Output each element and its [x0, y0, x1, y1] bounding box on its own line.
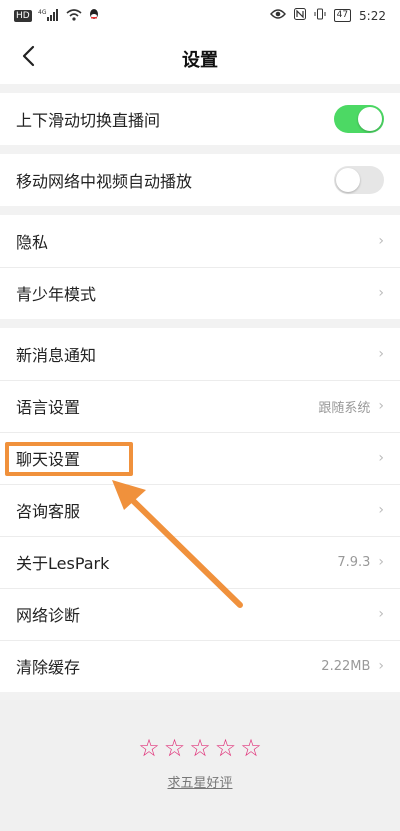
eye-icon: [269, 8, 286, 23]
setting-row-chat[interactable]: 聊天设置 ›: [0, 432, 400, 484]
setting-row-language[interactable]: 语言设置 跟随系统 ›: [0, 380, 400, 432]
setting-label: 关于LesPark: [16, 554, 110, 573]
star-icon[interactable]: ☆: [164, 736, 186, 760]
setting-label: 聊天设置: [16, 450, 81, 469]
setting-label: 网络诊断: [16, 606, 81, 625]
setting-row-clear-cache[interactable]: 清除缓存 2.22MB ›: [0, 640, 400, 692]
star-icon[interactable]: ☆: [189, 736, 211, 760]
rating-section: ☆ ☆ ☆ ☆ ☆ 求五星好评: [0, 700, 400, 831]
chevron-right-icon: ›: [378, 346, 384, 362]
setting-row-network-diagnosis[interactable]: 网络诊断 ›: [0, 588, 400, 640]
chevron-right-icon: ›: [378, 285, 384, 301]
setting-label: 咨询客服: [16, 502, 81, 521]
nav-bar: 设置: [0, 32, 400, 84]
setting-row-mobile-autoplay[interactable]: 移动网络中视频自动播放: [0, 154, 400, 206]
signal-icon: 4G: [38, 8, 60, 24]
chevron-right-icon: ›: [378, 450, 384, 466]
battery-icon: 47: [333, 9, 352, 22]
setting-row-privacy[interactable]: 隐私 ›: [0, 215, 400, 267]
setting-row-about[interactable]: 关于LesPark 7.9.3 ›: [0, 536, 400, 588]
chevron-right-icon: ›: [378, 398, 384, 414]
setting-label: 隐私: [16, 233, 49, 252]
setting-row-swipe-switch-live[interactable]: 上下滑动切换直播间: [0, 93, 400, 145]
autoplay-toggle[interactable]: [334, 166, 384, 194]
chevron-right-icon: ›: [378, 606, 384, 622]
setting-label: 新消息通知: [16, 346, 97, 365]
clock-time: 5:22: [359, 8, 386, 23]
nfc-icon: [293, 8, 306, 23]
star-icon[interactable]: ☆: [215, 736, 237, 760]
chevron-right-icon: ›: [378, 502, 384, 518]
status-bar: HD 4G 47 5:22: [0, 0, 400, 32]
chevron-right-icon: ›: [378, 554, 384, 570]
setting-label: 上下滑动切换直播间: [16, 111, 161, 130]
rate-five-stars-link[interactable]: 求五星好评: [0, 772, 400, 791]
star-icon[interactable]: ☆: [240, 736, 262, 760]
vibrate-icon: [314, 8, 326, 23]
chevron-right-icon: ›: [378, 658, 384, 674]
qq-icon: [88, 8, 100, 24]
setting-label: 青少年模式: [16, 285, 97, 304]
toggle-knob: [336, 168, 360, 192]
setting-label: 清除缓存: [16, 658, 81, 677]
page-title: 设置: [182, 50, 218, 71]
app-version: 7.9.3: [337, 554, 371, 570]
privacy-group: 隐私 › 青少年模式 ›: [0, 215, 400, 319]
swipe-switch-toggle[interactable]: [334, 105, 384, 133]
section-gap: [0, 206, 400, 215]
wifi-icon: [66, 8, 82, 24]
general-group: 新消息通知 › 语言设置 跟随系统 › 聊天设置 › 咨询客服 › 关于LesP…: [0, 328, 400, 692]
star-icon[interactable]: ☆: [138, 736, 160, 760]
setting-value: 跟随系统: [318, 400, 371, 416]
setting-row-notifications[interactable]: 新消息通知 ›: [0, 328, 400, 380]
section-gap: [0, 84, 400, 93]
toggle-knob: [358, 107, 382, 131]
rating-stars[interactable]: ☆ ☆ ☆ ☆ ☆: [0, 736, 400, 760]
section-gap: [0, 145, 400, 154]
cache-size: 2.22MB: [321, 658, 371, 674]
toggle-group-autoplay: 移动网络中视频自动播放: [0, 154, 400, 206]
setting-row-customer-service[interactable]: 咨询客服 ›: [0, 484, 400, 536]
setting-label: 移动网络中视频自动播放: [16, 172, 193, 191]
section-gap: [0, 319, 400, 328]
signal-label: 4G: [38, 9, 47, 16]
toggle-group-live-switch: 上下滑动切换直播间: [0, 93, 400, 145]
hd-indicator: HD: [14, 10, 32, 22]
setting-row-teen-mode[interactable]: 青少年模式 ›: [0, 267, 400, 319]
setting-label: 语言设置: [16, 398, 81, 417]
chevron-right-icon: ›: [378, 233, 384, 249]
